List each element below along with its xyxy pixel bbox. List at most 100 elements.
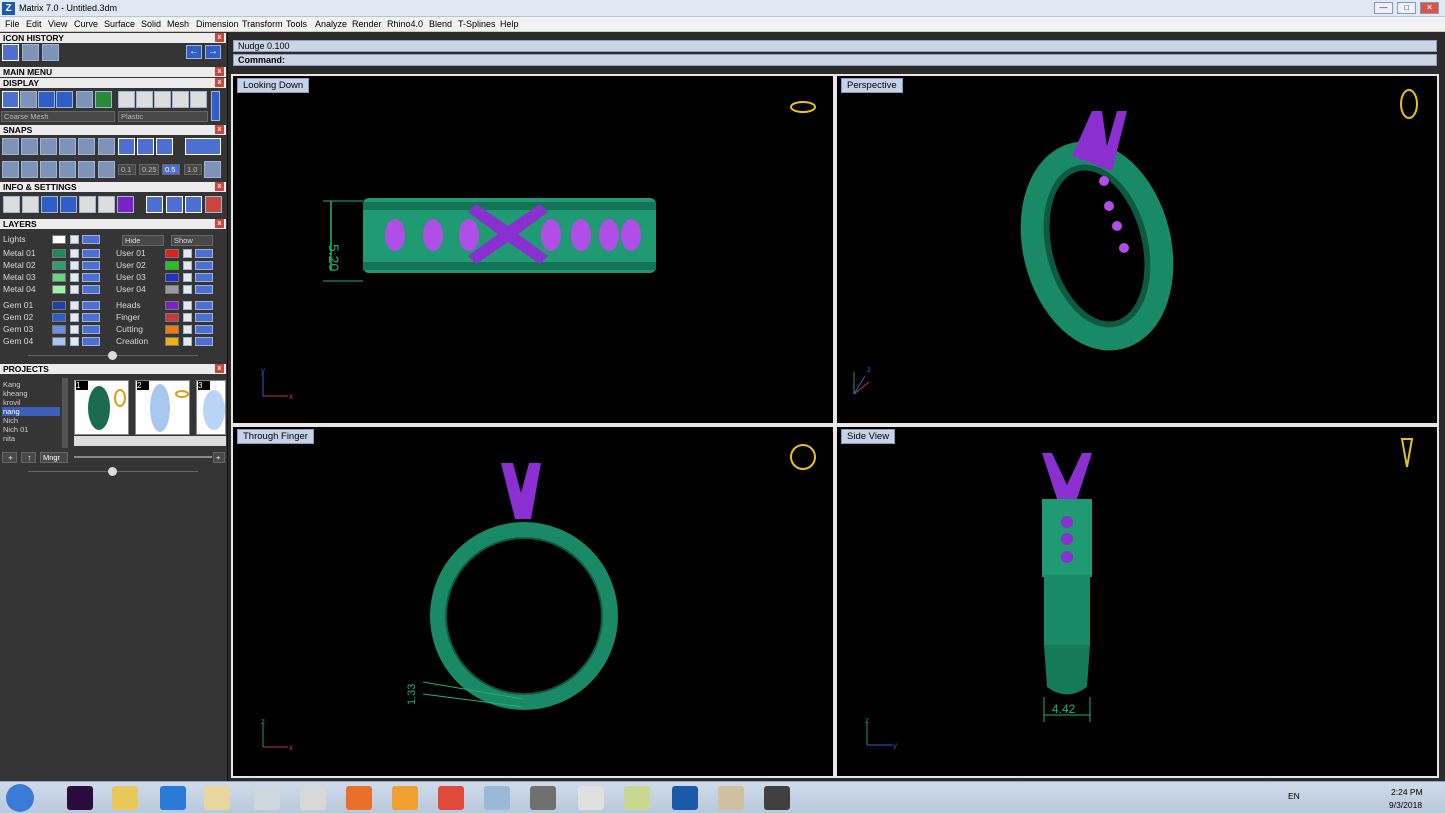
layer-color-swatch[interactable] <box>165 261 179 270</box>
snap-value-1-0[interactable]: 1.0 <box>184 164 202 175</box>
folder-icon[interactable] <box>112 786 138 810</box>
main-menu-header[interactable]: MAIN MENU x <box>0 67 226 77</box>
layer-visibility-toggle[interactable] <box>195 261 213 270</box>
layer-lock-icon[interactable] <box>70 261 79 270</box>
snap-value-0-5[interactable]: 0.5 <box>162 164 180 175</box>
command-line[interactable]: Command: <box>233 54 1437 66</box>
material-gold-icon[interactable] <box>118 91 135 108</box>
snap-add-icon[interactable] <box>204 161 221 178</box>
app-icon[interactable] <box>764 786 790 810</box>
layer-color-swatch[interactable] <box>52 337 66 346</box>
tool-4-icon[interactable] <box>205 196 222 213</box>
ie-icon[interactable] <box>160 786 186 810</box>
material-silver-icon[interactable] <box>136 91 153 108</box>
viewport-side-view[interactable]: 4.42 y z Side View <box>837 427 1437 776</box>
shaded-icon[interactable] <box>20 91 37 108</box>
layer-color-swatch[interactable] <box>165 285 179 294</box>
snipping-icon[interactable] <box>300 786 326 810</box>
snaps-header[interactable]: SNAPS x <box>0 125 226 135</box>
layer-lock-icon[interactable] <box>183 313 192 322</box>
layer-visibility-toggle[interactable] <box>82 301 100 310</box>
layer-visibility-toggle[interactable] <box>195 249 213 258</box>
layer-visibility-toggle[interactable] <box>82 273 100 282</box>
close-icon[interactable]: x <box>215 219 224 228</box>
display-mode-select[interactable]: Coarse Mesh <box>1 111 115 122</box>
layer-visibility-toggle[interactable] <box>195 285 213 294</box>
layer-lock-icon[interactable] <box>70 313 79 322</box>
start-orb-icon[interactable] <box>6 784 34 812</box>
menu-edit[interactable]: Edit <box>26 19 42 29</box>
viewport-looking-down[interactable]: 5.20 x y Looking Down <box>233 76 833 423</box>
layer-visibility-toggle[interactable] <box>195 325 213 334</box>
lights-toggle[interactable] <box>82 235 100 244</box>
layer-color-swatch[interactable] <box>165 337 179 346</box>
menu-surface[interactable]: Surface <box>104 19 135 29</box>
display-grid-icon[interactable] <box>95 91 112 108</box>
menu-tsplines[interactable]: T-Splines <box>458 19 496 29</box>
snap-value-0-1[interactable]: 0.1 <box>118 164 136 175</box>
material-steel-icon[interactable] <box>172 91 189 108</box>
render-sphere-icon[interactable] <box>38 91 55 108</box>
thumb-action-bar[interactable] <box>74 436 226 446</box>
snap-quad-icon[interactable] <box>118 138 135 155</box>
close-button[interactable]: ✕ <box>1420 2 1439 14</box>
layer-color-swatch[interactable] <box>165 249 179 258</box>
zbrush-icon[interactable] <box>578 786 604 810</box>
project-list-item[interactable]: Kang <box>2 380 60 389</box>
menu-file[interactable]: File <box>5 19 20 29</box>
media-player-icon[interactable] <box>392 786 418 810</box>
projects-scrollbar[interactable] <box>62 378 68 448</box>
project-list-item[interactable]: nang <box>2 407 60 416</box>
clock-date[interactable]: 9/3/2018 <box>1389 800 1422 810</box>
maximize-button[interactable]: □ <box>1397 2 1416 14</box>
add-project-icon[interactable]: + <box>2 452 17 463</box>
layer-lock-icon[interactable] <box>183 261 192 270</box>
layer-visibility-toggle[interactable] <box>195 273 213 282</box>
premiere-icon[interactable] <box>67 786 93 810</box>
calculator-icon[interactable] <box>254 786 280 810</box>
mngr-button[interactable]: Mngr <box>40 452 68 463</box>
snap-near-icon[interactable] <box>21 138 38 155</box>
close-icon[interactable]: x <box>215 78 224 87</box>
layer-visibility-toggle[interactable] <box>195 301 213 310</box>
display-mode-icon[interactable] <box>76 91 93 108</box>
3d-app-icon[interactable] <box>484 786 510 810</box>
layer-color-swatch[interactable] <box>52 325 66 334</box>
layer-lock-icon[interactable] <box>183 337 192 346</box>
layer-lock-icon[interactable] <box>70 273 79 282</box>
viewport-title-through-finger[interactable]: Through Finger <box>237 429 314 444</box>
menu-blend[interactable]: Blend <box>429 19 452 29</box>
language-indicator[interactable]: EN <box>1288 791 1300 801</box>
firefox-icon[interactable] <box>346 786 372 810</box>
menu-tools[interactable]: Tools <box>286 19 307 29</box>
snap-knot-icon[interactable] <box>156 138 173 155</box>
icon-history-header[interactable]: ICON HISTORY x <box>0 33 226 43</box>
layer-visibility-toggle[interactable] <box>82 313 100 322</box>
tool-icon[interactable] <box>530 786 556 810</box>
layer-lock-icon[interactable] <box>183 273 192 282</box>
layer-visibility-toggle[interactable] <box>82 325 100 334</box>
snap-project-icon[interactable] <box>40 161 57 178</box>
tool-3-icon[interactable] <box>185 196 202 213</box>
paint-icon[interactable] <box>718 786 744 810</box>
snap-vertex-icon[interactable] <box>98 161 115 178</box>
layer-lock-icon[interactable] <box>70 325 79 334</box>
history-back-icon[interactable]: ← <box>186 45 202 59</box>
snap-mid-icon[interactable] <box>59 138 76 155</box>
snap-face-icon[interactable] <box>78 161 95 178</box>
zoom-in-icon[interactable]: + <box>213 452 225 463</box>
layer-color-swatch[interactable] <box>52 285 66 294</box>
info-settings-header[interactable]: INFO & SETTINGS x <box>0 182 226 192</box>
layer-visibility-toggle[interactable] <box>195 313 213 322</box>
wrench-icon[interactable] <box>22 196 39 213</box>
matrix-icon[interactable] <box>672 786 698 810</box>
layer-color-swatch[interactable] <box>165 313 179 322</box>
snap-value-0-25[interactable]: 0.25 <box>139 164 159 175</box>
project-list-item[interactable]: krovil <box>2 398 60 407</box>
show-button[interactable]: Show <box>171 235 213 246</box>
snap-planar-icon[interactable] <box>21 161 38 178</box>
minimize-button[interactable]: — <box>1374 2 1393 14</box>
layer-lock-icon[interactable] <box>70 301 79 310</box>
layer-visibility-toggle[interactable] <box>82 261 100 270</box>
settings-gear-icon[interactable] <box>3 196 20 213</box>
